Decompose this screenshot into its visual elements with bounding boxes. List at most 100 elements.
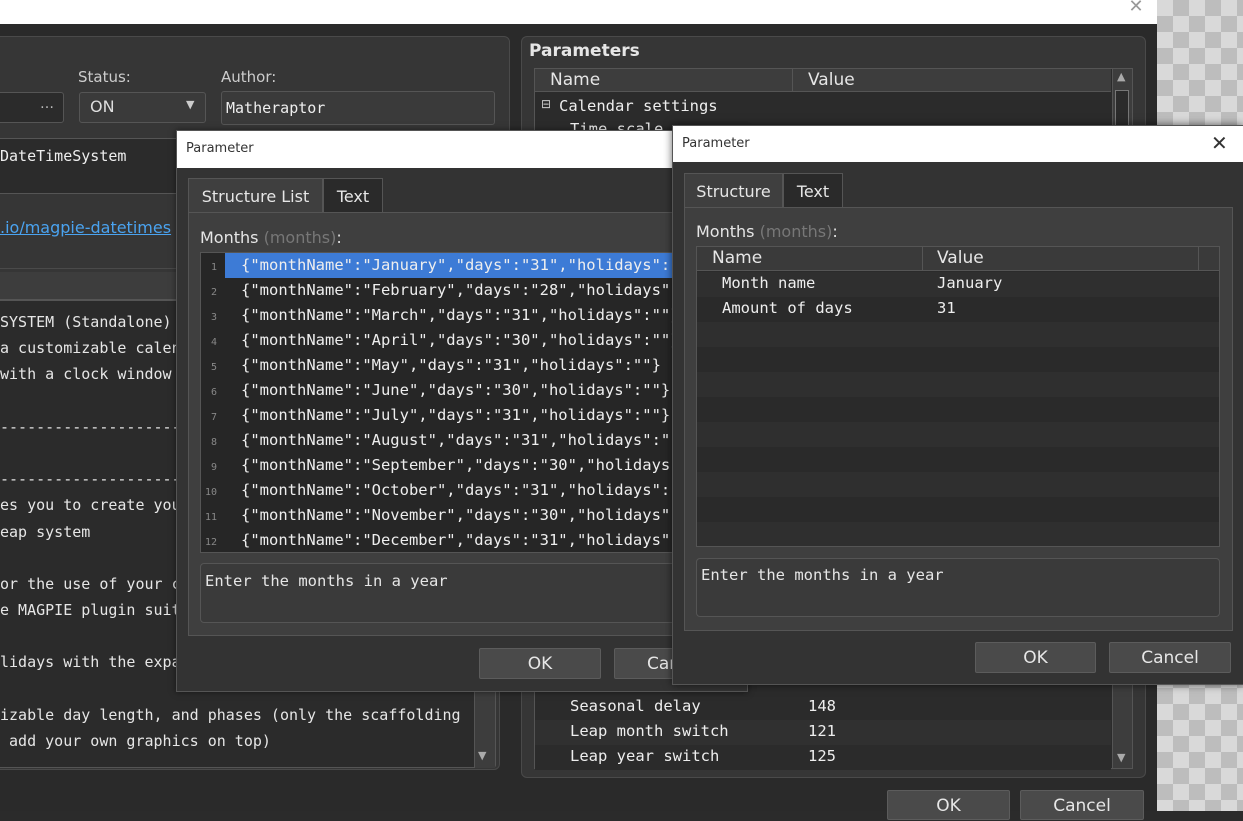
list-item[interactable]: 9 {"monthName":"September","days":"30","h… (201, 453, 747, 478)
list-item-text: {"monthName":"August","days":"31","holid… (241, 431, 689, 449)
line-number: 10 (204, 487, 217, 498)
list-item[interactable]: 5 {"monthName":"May","days":"31","holiday… (201, 353, 747, 378)
field-value: January (937, 274, 1003, 292)
field-name: Amount of days (722, 299, 853, 317)
collapse-icon[interactable]: ⊟ (541, 97, 551, 111)
list-item-text: {"monthName":"October","days":"31","holi… (241, 481, 699, 499)
filename-field[interactable] (0, 92, 64, 123)
tab-structure[interactable]: Structure (684, 173, 783, 208)
column-divider (922, 247, 923, 271)
main-close-icon[interactable]: ✕ (1124, 0, 1148, 20)
chevron-down-icon: ▼ (186, 98, 195, 111)
table-row[interactable]: Month name January (697, 274, 1219, 299)
list-item[interactable]: 12 {"monthName":"December","days":"31","h… (201, 528, 747, 552)
main-ok-button[interactable]: OK (887, 790, 1010, 820)
line-number: 7 (210, 412, 217, 423)
col-value-header[interactable]: Value (808, 70, 855, 90)
list-item-text: {"monthName":"May","days":"31","holidays… (241, 356, 661, 374)
list-item[interactable]: 10 {"monthName":"October","days":"31","ho… (201, 478, 747, 503)
list-item-text: {"monthName":"January","days":"31","holi… (225, 253, 745, 278)
dialog1-ok-button[interactable]: OK (479, 648, 601, 679)
author-value: Matheraptor (226, 99, 326, 117)
browse-button[interactable]: … (40, 96, 54, 112)
table-row[interactable]: Amount of days 31 (697, 299, 1219, 324)
scroll-up-icon[interactable]: ▲ (1117, 70, 1125, 83)
table-row-stripe (697, 472, 1219, 497)
dialog2-description: Enter the months in a year (701, 566, 944, 584)
col-name-header[interactable]: Name (712, 248, 762, 268)
dialog2-ok-button[interactable]: OK (975, 642, 1096, 673)
dialog1-titlebar: Parameter (177, 131, 747, 168)
table-row-stripe (697, 397, 1219, 422)
line-number: 1 (210, 262, 217, 273)
help-text-line: add your own graphics on top) (0, 732, 271, 750)
months-label: Months (months): (696, 222, 838, 241)
list-item-text: {"monthName":"February","days":"28","hol… (241, 281, 708, 299)
help-text-line: izable day length, and phases (only the … (0, 705, 461, 724)
scroll-down-icon[interactable]: ▼ (1117, 751, 1125, 764)
scroll-down-icon[interactable]: ▼ (478, 749, 486, 762)
parameter-name: Leap year switch (570, 747, 720, 765)
table-row-stripe (697, 347, 1219, 372)
list-item[interactable]: 3 {"monthName":"March","days":"31","holid… (201, 303, 747, 328)
dialog2-titlebar: Parameter (673, 126, 1243, 162)
list-item[interactable]: 2 {"monthName":"February","days":"28","ho… (201, 278, 747, 303)
list-item[interactable]: 7 {"monthName":"July","days":"31","holida… (201, 403, 747, 428)
dialog1-description: Enter the months in a year (205, 572, 448, 590)
table-row-stripe (697, 522, 1219, 546)
list-item[interactable]: 8 {"monthName":"August","days":"31","holi… (201, 428, 747, 453)
line-number: 4 (210, 337, 217, 348)
dialog2-cancel-button[interactable]: Cancel (1109, 642, 1231, 673)
line-number: 2 (210, 287, 217, 298)
parameter-row[interactable]: Leap month switch 121 (535, 720, 1111, 745)
list-item-text: {"monthName":"November","days":"30","hol… (241, 506, 708, 524)
list-item-text: {"monthName":"April","days":"30","holida… (241, 331, 680, 349)
line-number: 6 (210, 387, 217, 398)
list-item[interactable]: 4 {"monthName":"April","days":"30","holid… (201, 328, 747, 353)
table-row-stripe (697, 322, 1219, 347)
list-item[interactable]: 1 {"monthName":"January","days":"31","hol… (201, 253, 747, 278)
table-row-stripe (697, 497, 1219, 522)
parameters-title: Parameters (529, 41, 640, 61)
tab-text[interactable]: Text (323, 178, 383, 213)
parameter-row[interactable]: Seasonal delay 148 (535, 695, 1111, 720)
status-value: ON (90, 97, 115, 116)
parameter-name: Leap month switch (570, 722, 729, 740)
field-name: Month name (722, 274, 816, 292)
table-row-stripe (697, 372, 1219, 397)
list-item[interactable]: 6 {"monthName":"June","days":"30","holida… (201, 378, 747, 403)
group-calendar-settings[interactable]: Calendar settings (559, 97, 718, 115)
line-number: 3 (210, 312, 217, 323)
line-number: 5 (210, 362, 217, 373)
param-time-scale[interactable]: Time scale (570, 120, 663, 130)
parameter-name: Seasonal delay (570, 697, 701, 715)
tab-structure-list[interactable]: Structure List (188, 178, 323, 213)
parameter-value: 125 (808, 747, 836, 765)
parameter-row[interactable]: Leap year switch 125 (535, 745, 1111, 770)
dialog2-close-icon[interactable]: ✕ (1211, 131, 1228, 155)
main-window-titlebar (0, 0, 1157, 24)
help-link[interactable]: .io/magpie-datetimes (0, 218, 171, 237)
months-label: Months (months): (200, 228, 342, 247)
table-row-stripe (697, 447, 1219, 472)
field-value: 31 (937, 299, 956, 317)
author-label: Author: (221, 68, 277, 86)
list-item-text: {"monthName":"June","days":"30","holiday… (241, 381, 671, 399)
list-item-text: {"monthName":"December","days":"31","hol… (241, 531, 708, 549)
plugin-name-text: DateTimeSystem (0, 147, 127, 165)
column-divider (1198, 247, 1199, 271)
col-value-header[interactable]: Value (937, 248, 984, 268)
months-structure-list[interactable]: 1 {"monthName":"January","days":"31","hol… (200, 252, 748, 553)
main-cancel-button[interactable]: Cancel (1020, 790, 1144, 820)
col-name-header[interactable]: Name (550, 70, 600, 90)
tab-text[interactable]: Text (783, 173, 843, 208)
list-item[interactable]: 11 {"monthName":"November","days":"30","h… (201, 503, 747, 528)
line-number: 12 (204, 537, 217, 548)
line-number: 9 (210, 462, 217, 473)
month-structure-table[interactable]: Name Value Month name January Amount of da… (696, 246, 1220, 547)
line-number: 8 (210, 437, 217, 448)
column-divider (792, 69, 793, 92)
scroll-thumb[interactable] (1115, 90, 1129, 130)
list-item-text: {"monthName":"March","days":"31","holida… (241, 306, 680, 324)
list-item-text: {"monthName":"September","days":"30","ho… (241, 456, 717, 474)
